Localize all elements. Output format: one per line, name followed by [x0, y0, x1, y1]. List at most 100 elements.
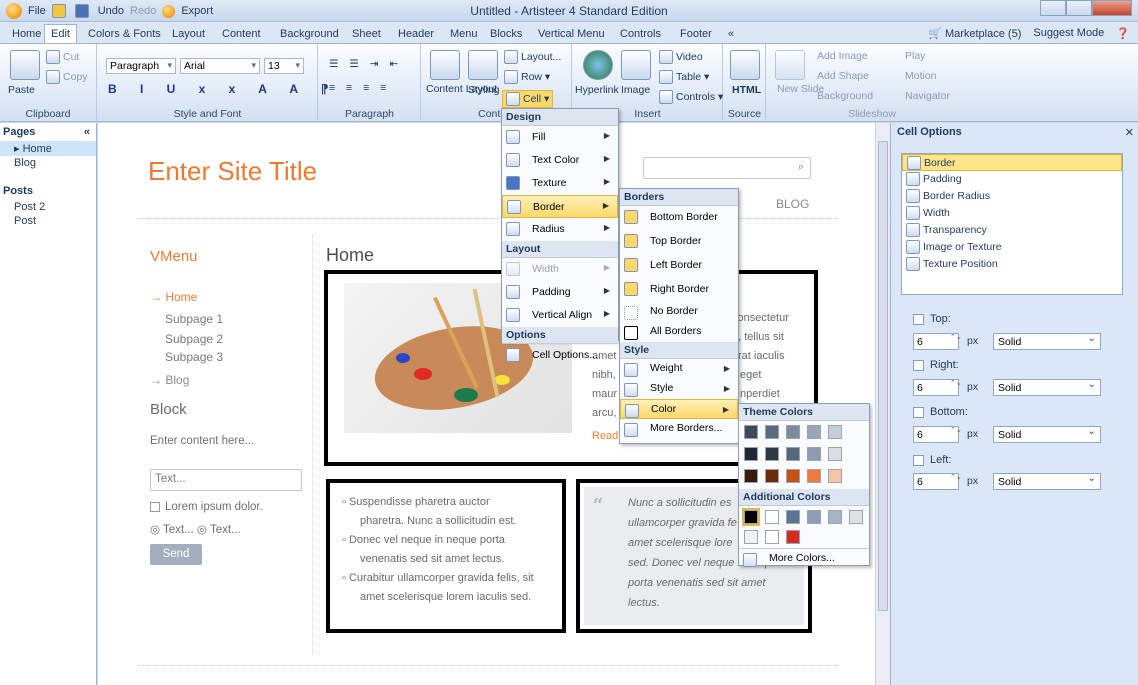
theme-color-swatch[interactable]: [744, 469, 758, 483]
copy-button[interactable]: Copy: [46, 70, 88, 84]
suggest-mode-button[interactable]: Suggest Mode: [1033, 27, 1104, 40]
list-buttons[interactable]: ☰ ☰ ⇥ ⇤: [329, 58, 402, 70]
tab-controls[interactable]: Controls: [614, 25, 667, 44]
option-width[interactable]: Width: [902, 205, 1122, 222]
top-border-checkbox[interactable]: [913, 313, 924, 325]
theme-color-swatch[interactable]: [807, 447, 821, 461]
menu-weight[interactable]: Weight ▶: [620, 359, 738, 379]
menu-padding[interactable]: Padding ▶: [502, 281, 618, 304]
menu-fill[interactable]: Fill ▶: [502, 126, 618, 149]
theme-color-swatch[interactable]: [807, 469, 821, 483]
tab-home[interactable]: Home: [6, 25, 47, 44]
menu-no-border[interactable]: No Border: [620, 302, 738, 322]
new-slide-icon[interactable]: [775, 50, 805, 80]
menu-color[interactable]: Color ▶: [620, 399, 738, 419]
top-border-style-select[interactable]: Solid: [993, 332, 1101, 350]
menu-style[interactable]: Style ▶: [620, 379, 738, 399]
paste-button[interactable]: Paste: [8, 84, 35, 96]
theme-color-swatch[interactable]: [786, 425, 800, 439]
top-border-width-input[interactable]: 6: [913, 333, 959, 350]
controls-button[interactable]: Controls ▾: [659, 90, 723, 104]
additional-color-swatch[interactable]: [786, 530, 800, 544]
menu-vertical-align[interactable]: Vertical Align ▶: [502, 304, 618, 327]
marketplace-link[interactable]: 🛒 Marketplace (5): [928, 27, 1021, 40]
paste-icon[interactable]: [10, 50, 40, 80]
styling-button[interactable]: Styling: [468, 84, 500, 96]
help-icon[interactable]: ❓: [1116, 27, 1130, 40]
menu-text-color[interactable]: Text Color ▶: [502, 149, 618, 172]
content-layout-icon[interactable]: [430, 50, 460, 80]
menu-bottom-border[interactable]: Bottom Border: [620, 206, 738, 230]
cell-button[interactable]: Cell ▾: [502, 90, 554, 108]
right-border-style-select[interactable]: Solid: [993, 378, 1101, 396]
menu-top-border[interactable]: Top Border: [620, 230, 738, 254]
tab-blocks[interactable]: Blocks: [484, 25, 528, 44]
table-button[interactable]: Table ▾: [659, 70, 709, 84]
align-buttons[interactable]: ≡ ≡ ≡ ≡: [329, 82, 390, 94]
font-select[interactable]: Arial: [180, 58, 260, 74]
page-item-blog[interactable]: Blog: [0, 156, 96, 170]
theme-color-swatch[interactable]: [828, 469, 842, 483]
additional-color-swatch[interactable]: [849, 510, 863, 524]
paragraph-style-select[interactable]: Paragraph: [106, 58, 176, 74]
additional-color-swatch[interactable]: [828, 510, 842, 524]
theme-color-swatch[interactable]: [828, 425, 842, 439]
theme-color-swatch[interactable]: [807, 425, 821, 439]
top-border-label[interactable]: Top:: [913, 313, 951, 325]
theme-color-swatch[interactable]: [765, 447, 779, 461]
navigator-button[interactable]: Navigator: [905, 90, 950, 102]
additional-color-swatch[interactable]: [765, 530, 779, 544]
option-padding[interactable]: Padding: [902, 171, 1122, 188]
additional-color-swatch[interactable]: [744, 530, 758, 544]
post-item-post[interactable]: Post: [0, 214, 96, 228]
tab-background[interactable]: Background: [274, 25, 345, 44]
menu-border[interactable]: Border ▶: [502, 195, 618, 218]
html-button[interactable]: HTML: [732, 84, 761, 96]
image-icon[interactable]: [621, 50, 651, 80]
menu-left-border[interactable]: Left Border: [620, 254, 738, 278]
bottom-border-label[interactable]: Bottom:: [913, 406, 968, 418]
menu-more-borders[interactable]: More Borders...: [620, 419, 738, 439]
vmenu-item-blog[interactable]: → Blog: [150, 373, 189, 387]
more-colors-button[interactable]: More Colors...: [739, 548, 869, 568]
radio-group[interactable]: ◎ Text... ◎ Text...: [150, 522, 241, 536]
post-item-post2[interactable]: Post 2: [0, 200, 96, 214]
tab-colors-fonts[interactable]: Colors & Fonts: [82, 25, 167, 44]
canvas-scrollbar[interactable]: [875, 123, 890, 685]
additional-color-swatch[interactable]: [765, 510, 779, 524]
page-item-home[interactable]: ▸ Home: [0, 141, 96, 156]
additional-color-swatch[interactable]: [807, 510, 821, 524]
format-buttons[interactable]: B I U x x A A ⁋: [108, 82, 339, 96]
left-border-label[interactable]: Left:: [913, 454, 951, 466]
tab-footer[interactable]: Footer: [674, 25, 718, 44]
motion-button[interactable]: Motion: [905, 70, 937, 82]
vmenu-item-subpage1[interactable]: Subpage 1: [165, 312, 223, 326]
hyperlink-button[interactable]: Hyperlink: [575, 84, 619, 96]
option-texture-position[interactable]: Texture Position: [902, 256, 1122, 273]
tab-edit[interactable]: Edit: [44, 24, 77, 43]
vmenu-item-subpage2[interactable]: Subpage 2: [165, 332, 223, 346]
theme-color-swatch[interactable]: [744, 425, 758, 439]
maximize-button[interactable]: [1066, 0, 1092, 16]
vmenu-item-subpage3[interactable]: Subpage 3: [165, 350, 223, 364]
theme-color-swatch[interactable]: [786, 469, 800, 483]
theme-color-swatch[interactable]: [765, 425, 779, 439]
tab-content[interactable]: Content: [216, 25, 267, 44]
panel-close-icon[interactable]: ✕: [1125, 126, 1134, 139]
checkbox[interactable]: [150, 501, 160, 512]
minimize-button[interactable]: [1040, 0, 1066, 16]
checkbox-item[interactable]: Lorem ipsum dolor.: [150, 501, 263, 513]
theme-color-swatch[interactable]: [786, 447, 800, 461]
left-border-style-select[interactable]: Solid: [993, 472, 1101, 490]
left-border-checkbox[interactable]: [913, 454, 924, 466]
tabs-collapse-button[interactable]: «: [722, 25, 740, 44]
option-transparency[interactable]: Transparency: [902, 222, 1122, 239]
right-border-checkbox[interactable]: [913, 359, 924, 371]
option-border-radius[interactable]: Border Radius: [902, 188, 1122, 205]
tab-layout[interactable]: Layout: [166, 25, 211, 44]
bottom-border-checkbox[interactable]: [913, 406, 924, 418]
layout-button[interactable]: Layout...: [504, 50, 561, 64]
bottom-border-width-input[interactable]: 6: [913, 426, 959, 443]
image-button[interactable]: Image: [621, 84, 650, 96]
theme-color-swatch[interactable]: [828, 447, 842, 461]
